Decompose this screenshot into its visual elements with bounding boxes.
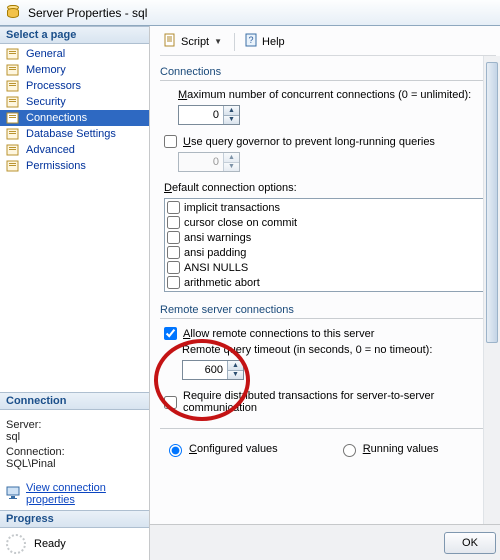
help-button[interactable]: ? Help xyxy=(241,32,289,51)
progress-header: Progress xyxy=(0,510,149,528)
query-governor-checkbox[interactable] xyxy=(164,135,177,148)
sidebar-item-permissions[interactable]: Permissions xyxy=(0,158,149,174)
scrollbar[interactable] xyxy=(483,56,500,524)
option-label: ansi padding xyxy=(184,247,246,259)
option-label: ansi warnings xyxy=(184,232,251,244)
page-icon xyxy=(6,47,22,61)
page-icon xyxy=(6,143,22,157)
button-bar: OK xyxy=(150,524,500,560)
option-label: cursor close on commit xyxy=(184,217,297,229)
page-icon xyxy=(6,127,22,141)
option-checkbox[interactable] xyxy=(167,201,180,214)
progress-status: Ready xyxy=(34,538,66,550)
option-checkbox[interactable] xyxy=(167,246,180,259)
option-row[interactable]: arithmetic abort xyxy=(167,275,481,290)
option-row[interactable]: cursor close on commit xyxy=(167,215,481,230)
query-governor-spinner[interactable]: ▲▼ xyxy=(178,152,240,172)
spin-up-icon[interactable]: ▲ xyxy=(228,361,243,371)
remote-timeout-label: Remote query timeout (in seconds, 0 = no… xyxy=(182,344,496,356)
option-row[interactable]: ANSI NULLS xyxy=(167,260,481,275)
title-bar: Server Properties - sql xyxy=(0,0,500,26)
default-options-label: Default connection options: xyxy=(164,182,496,194)
script-icon xyxy=(164,33,178,50)
page-icon xyxy=(6,95,22,109)
server-icon xyxy=(6,5,22,21)
divider xyxy=(160,318,496,319)
allow-remote-checkbox[interactable] xyxy=(164,327,177,340)
remote-timeout-input[interactable] xyxy=(183,361,227,379)
option-checkbox[interactable] xyxy=(167,231,180,244)
chevron-down-icon[interactable]: ▼ xyxy=(212,37,224,46)
monitor-icon xyxy=(6,486,22,503)
require-distributed-label: Require distributed transactions for ser… xyxy=(183,390,496,414)
allow-remote-label: Allow remote connections to this server xyxy=(183,328,374,340)
spin-down-icon[interactable]: ▼ xyxy=(224,116,239,125)
divider xyxy=(160,80,496,81)
toolbar: Script ▼ ? Help xyxy=(160,32,496,56)
sidebar-item-database-settings[interactable]: Database Settings xyxy=(0,126,149,142)
separator xyxy=(234,33,235,51)
svg-text:?: ? xyxy=(249,35,254,45)
default-options-listbox[interactable]: implicit transactions cursor close on com… xyxy=(164,198,484,292)
view-connection-link[interactable]: View connection properties xyxy=(26,482,143,506)
divider xyxy=(160,428,496,429)
option-row[interactable]: implicit transactions xyxy=(167,200,481,215)
page-icon xyxy=(6,79,22,93)
page-list: GeneralMemoryProcessorsSecurityConnectio… xyxy=(0,44,149,176)
view-connection-row: View connection properties xyxy=(0,478,149,510)
remote-group-label: Remote server connections xyxy=(160,304,496,316)
spin-down-icon[interactable]: ▼ xyxy=(228,371,243,380)
dialog-body: Select a page GeneralMemoryProcessorsSec… xyxy=(0,26,500,560)
page-icon xyxy=(6,111,22,125)
sidebar-item-security[interactable]: Security xyxy=(0,94,149,110)
option-checkbox[interactable] xyxy=(167,261,180,274)
max-connections-input[interactable] xyxy=(179,106,223,124)
option-checkbox[interactable] xyxy=(167,216,180,229)
option-checkbox[interactable] xyxy=(167,276,180,289)
page-icon xyxy=(6,159,22,173)
configured-values-radio[interactable]: Configured values xyxy=(164,441,278,457)
sidebar-item-connections[interactable]: Connections xyxy=(0,110,149,126)
option-label: ANSI NULLS xyxy=(184,262,248,274)
option-label: implicit transactions xyxy=(184,202,280,214)
sidebar-item-advanced[interactable]: Advanced xyxy=(0,142,149,158)
option-row[interactable]: ansi warnings xyxy=(167,230,481,245)
connection-header: Connection xyxy=(0,392,149,410)
left-panel: Select a page GeneralMemoryProcessorsSec… xyxy=(0,26,150,560)
page-icon xyxy=(6,63,22,77)
sidebar-item-processors[interactable]: Processors xyxy=(0,78,149,94)
query-governor-input xyxy=(179,153,223,171)
select-page-header: Select a page xyxy=(0,26,149,44)
scrollbar-thumb[interactable] xyxy=(486,62,498,343)
sidebar-item-memory[interactable]: Memory xyxy=(0,62,149,78)
connections-group-label: Connections xyxy=(160,66,496,78)
content-panel: Script ▼ ? Help Connections Maximum numb… xyxy=(150,26,500,560)
spin-up-icon[interactable]: ▲ xyxy=(224,106,239,116)
values-radio-group: Configured values Running values xyxy=(164,441,496,457)
spin-up-icon: ▲ xyxy=(224,153,239,163)
server-label: Server: xyxy=(6,419,143,431)
script-button[interactable]: Script ▼ xyxy=(160,32,228,51)
max-connections-spinner[interactable]: ▲▼ xyxy=(178,105,240,125)
connection-info: Server: sql Connection: SQL\Pinal xyxy=(0,410,149,478)
require-distributed-checkbox[interactable] xyxy=(164,396,177,409)
progress-block: Ready xyxy=(0,528,149,560)
connection-value: SQL\Pinal xyxy=(6,458,143,470)
query-governor-label: Use query governor to prevent long-runni… xyxy=(183,136,435,148)
server-value: sql xyxy=(6,431,143,443)
remote-timeout-spinner[interactable]: ▲▼ xyxy=(182,360,244,380)
option-row[interactable]: ansi padding xyxy=(167,245,481,260)
progress-spinner-icon xyxy=(6,534,26,554)
connection-label: Connection: xyxy=(6,446,143,458)
sidebar-item-general[interactable]: General xyxy=(0,46,149,62)
spin-down-icon: ▼ xyxy=(224,163,239,172)
running-values-radio[interactable]: Running values xyxy=(338,441,439,457)
option-label: arithmetic abort xyxy=(184,277,260,289)
window-title: Server Properties - sql xyxy=(28,6,147,20)
ok-button[interactable]: OK xyxy=(444,532,496,554)
max-connections-label: Maximum number of concurrent connections… xyxy=(178,89,496,101)
help-icon: ? xyxy=(245,33,259,50)
